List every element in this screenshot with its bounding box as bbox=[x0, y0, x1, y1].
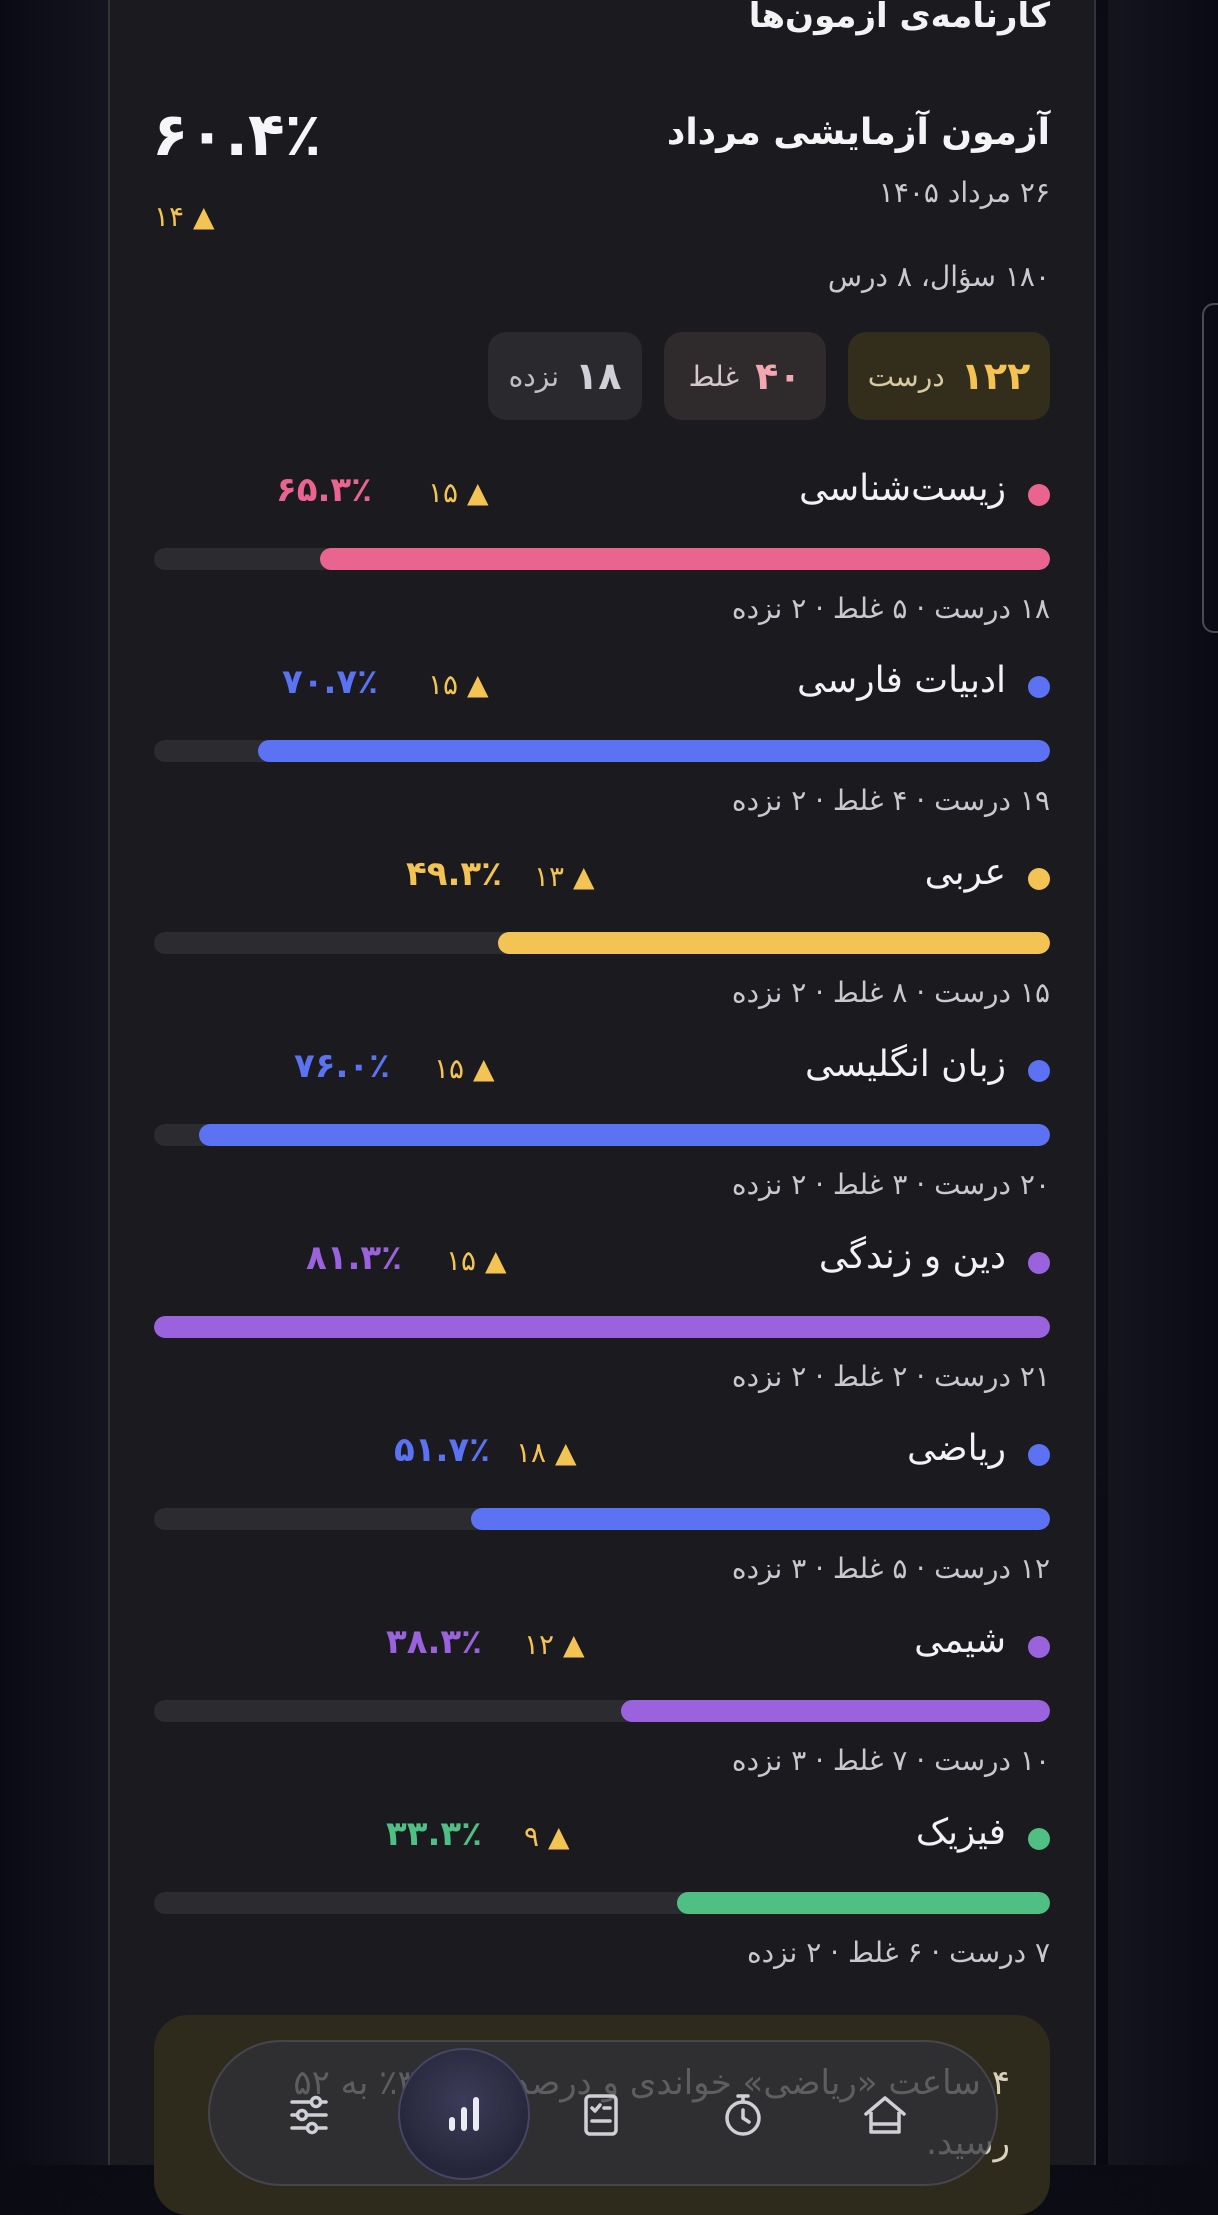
subject-progress-fill bbox=[198, 1124, 1050, 1146]
exam-title: آزمون آزمایشی مرداد bbox=[666, 112, 1050, 153]
wrong-count-pill: ۴۰ غلط bbox=[664, 332, 826, 420]
subject-color-dot bbox=[1028, 1828, 1050, 1850]
subject-stats: ۷ درست · ۶ غلط · ۲ نزده bbox=[746, 1936, 1050, 1969]
subject-rank: ▲ ۹ bbox=[524, 1820, 570, 1853]
subject-name: ریاضی bbox=[907, 1428, 1006, 1469]
subject-progress-track bbox=[154, 1892, 1050, 1914]
subject-progress-track bbox=[154, 1124, 1050, 1146]
subject-progress-track bbox=[154, 740, 1050, 762]
nav-settings[interactable] bbox=[254, 2060, 364, 2170]
subject-percent: ۷۰.۷٪ bbox=[282, 662, 378, 702]
subject-row[interactable]: فیزیک ▲ ۹ ۳۳.۳٪ ۷ درست · ۶ غلط · ۲ نزده bbox=[154, 1812, 1050, 1984]
correct-label: درست bbox=[867, 359, 945, 393]
subject-percent: ۴۹.۳٪ bbox=[406, 854, 502, 894]
subject-name: دین و زندگی bbox=[818, 1236, 1006, 1277]
subject-color-dot bbox=[1028, 1252, 1050, 1274]
home-icon bbox=[864, 2096, 906, 2134]
bottom-nav-bar bbox=[208, 2040, 998, 2186]
subject-row[interactable]: ادبیات فارسی ▲ ۱۵ ۷۰.۷٪ ۱۹ درست · ۴ غلط … bbox=[154, 660, 1050, 832]
exam-percent: ۶۰.۴٪ bbox=[152, 100, 322, 170]
nav-report[interactable] bbox=[398, 2048, 530, 2180]
blank-count: ۱۸ bbox=[575, 354, 622, 398]
subject-color-dot bbox=[1028, 484, 1050, 506]
subject-name: عربی bbox=[924, 852, 1006, 893]
blank-label: نزده bbox=[508, 359, 559, 393]
side-drawer-handle[interactable] bbox=[1202, 303, 1218, 633]
report-card: کارنامه‌ی آزمون‌ها آزمون آزمایشی مرداد ۲… bbox=[108, 0, 1096, 2215]
subject-stats: ۱۲ درست · ۵ غلط · ۳ نزده bbox=[731, 1552, 1050, 1585]
subject-name: شیمی bbox=[914, 1620, 1006, 1661]
subject-color-dot bbox=[1028, 868, 1050, 890]
subject-color-dot bbox=[1028, 676, 1050, 698]
subject-progress-track bbox=[154, 932, 1050, 954]
subject-rank: ▲ ۱۵ bbox=[428, 476, 489, 509]
subject-rank: ▲ ۱۵ bbox=[434, 1052, 495, 1085]
subject-color-dot bbox=[1028, 1636, 1050, 1658]
subject-rank: ▲ ۱۲ bbox=[524, 1628, 585, 1661]
subject-progress-track bbox=[154, 1700, 1050, 1722]
subject-progress-track bbox=[154, 1508, 1050, 1530]
subject-progress-fill bbox=[154, 1316, 1050, 1338]
exam-date: ۲۶ مرداد ۱۴۰۵ bbox=[878, 176, 1050, 209]
subject-progress-fill bbox=[319, 548, 1050, 570]
subject-color-dot bbox=[1028, 1444, 1050, 1466]
subject-row[interactable]: دین و زندگی ▲ ۱۵ ۸۱.۳٪ ۲۱ درست · ۲ غلط ·… bbox=[154, 1236, 1050, 1408]
subject-rank: ▲ ۱۳ bbox=[534, 860, 595, 893]
subject-progress-fill bbox=[620, 1700, 1050, 1722]
correct-count: ۱۲۲ bbox=[960, 354, 1031, 398]
subject-stats: ۱۵ درست · ۸ غلط · ۲ نزده bbox=[731, 976, 1050, 1009]
subject-name: زبان انگلیسی bbox=[804, 1044, 1006, 1085]
subject-name: زیست‌شناسی bbox=[798, 468, 1006, 509]
subject-progress-fill bbox=[257, 740, 1050, 762]
wrong-count: ۴۰ bbox=[755, 354, 802, 398]
subject-progress-fill bbox=[498, 932, 1050, 954]
subject-stats: ۲۱ درست · ۲ غلط · ۲ نزده bbox=[731, 1360, 1050, 1393]
subject-percent: ۷۶.۰٪ bbox=[294, 1046, 390, 1086]
subject-progress-fill bbox=[677, 1892, 1050, 1914]
subject-row[interactable]: ریاضی ▲ ۱۸ ۵۱.۷٪ ۱۲ درست · ۵ غلط · ۳ نزد… bbox=[154, 1428, 1050, 1600]
subject-row[interactable]: زیست‌شناسی ▲ ۱۵ ۶۵.۳٪ ۱۸ درست · ۵ غلط · … bbox=[154, 468, 1050, 640]
subject-name: فیزیک bbox=[915, 1812, 1006, 1853]
settings-sliders-icon bbox=[290, 2095, 328, 2135]
subject-rank: ▲ ۱۵ bbox=[446, 1244, 507, 1277]
page-title: کارنامه‌ی آزمون‌ها bbox=[748, 0, 1050, 36]
subject-row[interactable]: زبان انگلیسی ▲ ۱۵ ۷۶.۰٪ ۲۰ درست · ۳ غلط … bbox=[154, 1044, 1050, 1216]
subject-stats: ۱۰ درست · ۷ غلط · ۳ نزده bbox=[731, 1744, 1050, 1777]
subject-percent: ۸۱.۳٪ bbox=[306, 1238, 402, 1278]
subject-stats: ۱۹ درست · ۴ غلط · ۲ نزده bbox=[731, 784, 1050, 817]
subject-stats: ۱۸ درست · ۵ غلط · ۲ نزده bbox=[731, 592, 1050, 625]
subject-color-dot bbox=[1028, 1060, 1050, 1082]
blank-count-pill: ۱۸ نزده bbox=[488, 332, 642, 420]
checklist-icon bbox=[584, 2094, 618, 2136]
exam-meta: ۱۸۰ سؤال، ۸ درس bbox=[827, 260, 1050, 293]
subject-stats: ۲۰ درست · ۳ غلط · ۲ نزده bbox=[731, 1168, 1050, 1201]
subject-rank: ▲ ۱۵ bbox=[428, 668, 489, 701]
subject-progress-track bbox=[154, 548, 1050, 570]
subject-row[interactable]: شیمی ▲ ۱۲ ۳۸.۳٪ ۱۰ درست · ۷ غلط · ۳ نزده bbox=[154, 1620, 1050, 1792]
subject-progress-track bbox=[154, 1316, 1050, 1338]
nav-home[interactable] bbox=[830, 2060, 940, 2170]
chart-icon bbox=[449, 2097, 479, 2131]
subject-percent: ۳۳.۳٪ bbox=[386, 1814, 482, 1854]
subject-percent: ۶۵.۳٪ bbox=[276, 470, 372, 510]
nav-tests[interactable] bbox=[546, 2060, 656, 2170]
wrong-label: غلط bbox=[688, 359, 740, 393]
subject-percent: ۵۱.۷٪ bbox=[394, 1430, 490, 1470]
subject-row[interactable]: عربی ▲ ۱۳ ۴۹.۳٪ ۱۵ درست · ۸ غلط · ۲ نزده bbox=[154, 852, 1050, 1024]
subject-percent: ۳۸.۳٪ bbox=[386, 1622, 482, 1662]
subject-name: ادبیات فارسی bbox=[797, 660, 1006, 701]
left-backdrop bbox=[0, 0, 110, 2165]
exam-rank-badge: ▲ ۱۴ bbox=[154, 200, 215, 233]
timer-icon bbox=[725, 2094, 761, 2136]
correct-count-pill: ۱۲۲ درست bbox=[848, 332, 1050, 420]
subject-progress-fill bbox=[471, 1508, 1050, 1530]
nav-timer[interactable] bbox=[688, 2060, 798, 2170]
subject-rank: ▲ ۱۸ bbox=[516, 1436, 577, 1469]
